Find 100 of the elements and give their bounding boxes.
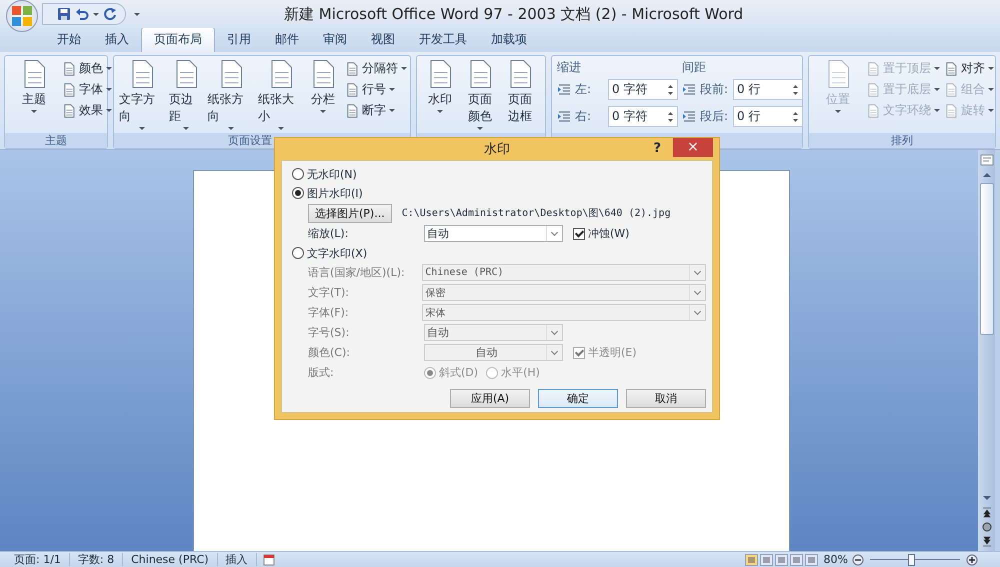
outline-icon[interactable] [790, 554, 803, 566]
spinner-icon [667, 82, 674, 96]
field-label: 版式: [308, 365, 335, 380]
ribbon-button[interactable]: 断字 [345, 101, 408, 120]
dropdown-field[interactable]: 自动 [424, 225, 563, 242]
radio-option[interactable]: 无水印(N) [292, 165, 706, 183]
checkbox[interactable] [573, 228, 585, 240]
dropdown-field[interactable]: 自动 [424, 324, 563, 341]
caret-icon [988, 109, 994, 112]
ribbon-button[interactable]: 文字方向 [119, 59, 166, 130]
dropdown-field[interactable]: Chinese (PRC) [422, 264, 706, 281]
dialog-button[interactable]: 取消 [626, 389, 706, 408]
dialog-button[interactable]: 确定 [538, 389, 618, 408]
ribbon-tab[interactable]: 邮件 [263, 28, 311, 52]
dropdown-field[interactable]: 自动 [424, 344, 563, 361]
radio-button[interactable] [486, 366, 498, 378]
vertical-scrollbar[interactable] [978, 150, 995, 551]
zoom-level[interactable]: 80% [824, 553, 848, 566]
customize-caret-icon[interactable] [134, 12, 140, 16]
ribbon-tab[interactable]: 插入 [93, 28, 141, 52]
undo-icon[interactable] [75, 7, 89, 21]
redo-icon[interactable] [103, 7, 117, 21]
page-icon [866, 82, 880, 96]
caret-icon [934, 109, 940, 112]
page-icon [944, 82, 958, 96]
ribbon-button[interactable]: 对齐 [944, 59, 994, 78]
page-icon [944, 62, 958, 76]
ribbon-button[interactable]: 行号 [345, 80, 408, 99]
ribbon-tab[interactable]: 页面布局 [141, 27, 215, 52]
caret-icon [477, 127, 483, 130]
field-label: 文字(T): [308, 285, 350, 300]
ribbon-button[interactable]: 水印 [422, 59, 458, 113]
caret-icon [139, 127, 146, 130]
ribbon-button[interactable]: 主题 [10, 59, 58, 113]
ribbon-tab[interactable]: 加载项 [479, 28, 539, 52]
radio-button[interactable] [292, 168, 304, 180]
office-button[interactable] [6, 0, 38, 32]
radio-option[interactable]: 图片水印(I) [292, 184, 706, 202]
reading-view-icon[interactable] [760, 554, 773, 566]
indent-icon [682, 109, 697, 124]
radio-button[interactable] [292, 187, 304, 199]
help-button[interactable]: ? [653, 141, 661, 156]
caret-icon [278, 127, 284, 130]
checkbox-option[interactable]: 冲蚀(W) [573, 224, 630, 242]
section-heading: 缩进 [557, 59, 582, 75]
dropdown-field[interactable]: 保密 [422, 284, 706, 301]
status-item[interactable]: 页面: 1/1 [6, 553, 70, 566]
ribbon-tab[interactable]: 开始 [45, 28, 93, 52]
radio-button[interactable] [292, 247, 304, 259]
ribbon-button[interactable]: 分隔符 [345, 59, 408, 78]
dropdown-field[interactable]: 宋体 [422, 304, 706, 321]
ribbon-tab[interactable]: 视图 [359, 28, 407, 52]
status-item[interactable]: 字数: 8 [70, 553, 124, 566]
caret-icon [835, 110, 841, 113]
spin-field[interactable]: 0 行 [733, 79, 803, 100]
ribbon-button[interactable]: 页边距 [169, 59, 204, 130]
ribbon-tab[interactable]: 引用 [215, 28, 263, 52]
ribbon-button[interactable]: 纸张大小 [258, 59, 304, 130]
zoom-in-icon[interactable] [966, 554, 978, 566]
browse-object-icon[interactable] [980, 521, 994, 533]
indent-icon [557, 109, 572, 124]
field-label: 语言(国家/地区)(L): [308, 265, 406, 280]
close-button[interactable]: × [673, 138, 713, 157]
radio-option[interactable]: 文字水印(X) [292, 244, 706, 262]
spin-field[interactable]: 0 字符 [608, 106, 678, 127]
field-label: 段前: [700, 81, 730, 98]
file-path: C:\Users\Administrator\Desktop\图\640 (2).jpg [402, 207, 671, 220]
field-label: 右: [575, 108, 592, 125]
dialog-button[interactable]: 应用(A) [450, 389, 530, 408]
status-item[interactable]: Chinese (PRC) [123, 553, 218, 566]
office-logo-icon [11, 5, 33, 27]
zoom-out-icon[interactable] [852, 554, 864, 566]
ribbon-tab[interactable]: 审阅 [311, 28, 359, 52]
ribbon-tab[interactable]: 开发工具 [407, 28, 479, 52]
web-layout-icon[interactable] [774, 554, 788, 566]
select-picture-button[interactable]: 选择图片(P)... [308, 204, 392, 222]
print-layout-icon[interactable] [744, 554, 758, 566]
draft-icon[interactable] [804, 554, 818, 566]
macro-icon[interactable] [262, 554, 275, 566]
ribbon-button[interactable]: 页面边框 [502, 59, 538, 125]
indent-icon [557, 82, 572, 97]
spin-field[interactable]: 0 行 [733, 106, 803, 127]
caret-icon [389, 109, 396, 112]
field-label: 字体(F): [308, 305, 350, 320]
ribbon-button[interactable]: 页面颜色 [462, 59, 498, 130]
ruler-toggle-icon[interactable] [980, 153, 994, 167]
spin-field[interactable]: 0 字符 [608, 79, 678, 100]
ribbon-button[interactable]: 分栏 [308, 59, 338, 113]
page-icon [944, 104, 958, 118]
save-icon[interactable] [57, 7, 71, 21]
caret-icon [934, 67, 940, 70]
page-icon [866, 104, 880, 118]
ribbon-button[interactable]: 纸张方向 [208, 59, 254, 130]
radio-button[interactable] [424, 366, 436, 378]
slider-thumb[interactable] [908, 554, 914, 566]
caret-icon [183, 127, 190, 130]
scroll-thumb[interactable] [980, 183, 994, 335]
caret-icon [988, 88, 994, 91]
status-item[interactable]: 插入 [218, 553, 257, 566]
spinner-icon [667, 110, 674, 124]
